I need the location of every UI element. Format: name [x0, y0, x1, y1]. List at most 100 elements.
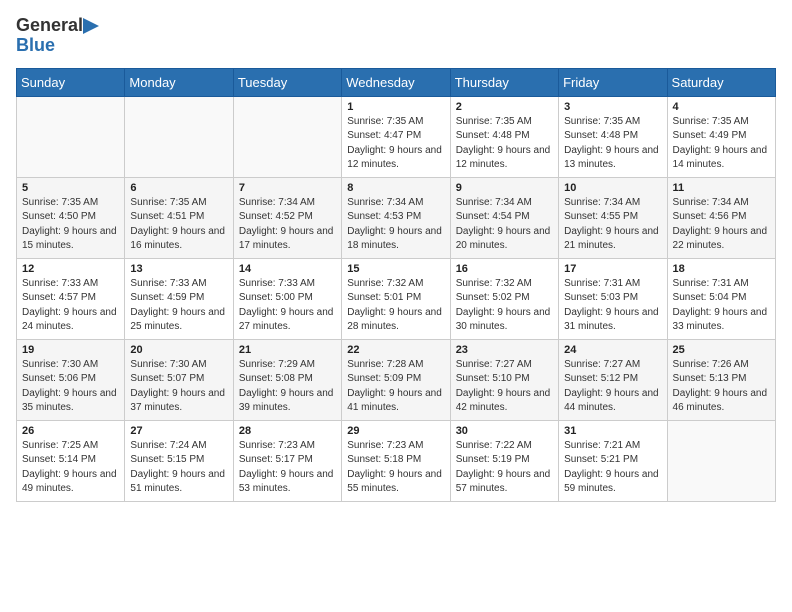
calendar-cell: 29 Sunrise: 7:23 AMSunset: 5:18 PMDayligh…	[342, 420, 450, 501]
day-number: 26	[22, 425, 119, 437]
day-number: 5	[22, 182, 119, 194]
calendar-cell: 2 Sunrise: 7:35 AMSunset: 4:48 PMDaylight…	[450, 96, 558, 177]
calendar-cell: 19Sunrise: 7:30 AMSunset: 5:06 PMDayligh…	[17, 339, 125, 420]
calendar-cell: 27 Sunrise: 7:24 AMSunset: 5:15 PMDayligh…	[125, 420, 233, 501]
logo-container: GeneralBlue	[16, 16, 99, 56]
day-number: 16	[456, 263, 553, 275]
day-number: 17	[564, 263, 661, 275]
day-number: 13	[130, 263, 227, 275]
page-header: GeneralBlue	[16, 16, 776, 56]
calendar-cell	[17, 96, 125, 177]
calendar-cell: 25 Sunrise: 7:26 AMSunset: 5:13 PMDayligh…	[667, 339, 775, 420]
day-number: 29	[347, 425, 444, 437]
weekday-header-sunday: Sunday	[17, 68, 125, 96]
day-info: Sunrise: 7:35 AMSunset: 4:50 PMDaylight:…	[22, 196, 119, 254]
day-info: Sunrise: 7:34 AMSunset: 4:52 PMDaylight:…	[239, 196, 336, 254]
day-info: Sunrise: 7:34 AMSunset: 4:53 PMDaylight:…	[347, 196, 444, 254]
day-info: Sunrise: 7:29 AMSunset: 5:08 PMDaylight:…	[239, 358, 336, 416]
day-info: Sunrise: 7:25 AMSunset: 5:14 PMDaylight:…	[22, 439, 119, 497]
day-info: Sunrise: 7:33 AMSunset: 4:57 PMDaylight:…	[22, 277, 119, 335]
weekday-header-thursday: Thursday	[450, 68, 558, 96]
day-info: Sunrise: 7:35 AMSunset: 4:48 PMDaylight:…	[456, 115, 553, 173]
calendar-table: SundayMondayTuesdayWednesdayThursdayFrid…	[16, 68, 776, 502]
day-number: 6	[130, 182, 227, 194]
day-info: Sunrise: 7:27 AMSunset: 5:10 PMDaylight:…	[456, 358, 553, 416]
calendar-cell: 7 Sunrise: 7:34 AMSunset: 4:52 PMDaylight…	[233, 177, 341, 258]
day-info: Sunrise: 7:33 AMSunset: 4:59 PMDaylight:…	[130, 277, 227, 335]
day-number: 21	[239, 344, 336, 356]
weekday-header-friday: Friday	[559, 68, 667, 96]
day-number: 10	[564, 182, 661, 194]
day-info: Sunrise: 7:23 AMSunset: 5:18 PMDaylight:…	[347, 439, 444, 497]
day-info: Sunrise: 7:26 AMSunset: 5:13 PMDaylight:…	[673, 358, 770, 416]
day-info: Sunrise: 7:32 AMSunset: 5:02 PMDaylight:…	[456, 277, 553, 335]
day-number: 12	[22, 263, 119, 275]
day-number: 31	[564, 425, 661, 437]
day-info: Sunrise: 7:33 AMSunset: 5:00 PMDaylight:…	[239, 277, 336, 335]
day-number: 25	[673, 344, 770, 356]
weekday-header-row: SundayMondayTuesdayWednesdayThursdayFrid…	[17, 68, 776, 96]
calendar-cell	[233, 96, 341, 177]
calendar-cell	[667, 420, 775, 501]
calendar-cell: 3 Sunrise: 7:35 AMSunset: 4:48 PMDaylight…	[559, 96, 667, 177]
calendar-cell: 15 Sunrise: 7:32 AMSunset: 5:01 PMDayligh…	[342, 258, 450, 339]
calendar-cell: 26 Sunrise: 7:25 AMSunset: 5:14 PMDayligh…	[17, 420, 125, 501]
day-info: Sunrise: 7:32 AMSunset: 5:01 PMDaylight:…	[347, 277, 444, 335]
day-info: Sunrise: 7:35 AMSunset: 4:49 PMDaylight:…	[673, 115, 770, 173]
day-number: 20	[130, 344, 227, 356]
calendar-cell: 9 Sunrise: 7:34 AMSunset: 4:54 PMDaylight…	[450, 177, 558, 258]
day-number: 28	[239, 425, 336, 437]
calendar-cell: 4 Sunrise: 7:35 AMSunset: 4:49 PMDaylight…	[667, 96, 775, 177]
day-info: Sunrise: 7:31 AMSunset: 5:04 PMDaylight:…	[673, 277, 770, 335]
day-number: 30	[456, 425, 553, 437]
day-number: 9	[456, 182, 553, 194]
day-info: Sunrise: 7:21 AMSunset: 5:21 PMDaylight:…	[564, 439, 661, 497]
calendar-cell: 1 Sunrise: 7:35 AMSunset: 4:47 PMDaylight…	[342, 96, 450, 177]
calendar-cell: 16 Sunrise: 7:32 AMSunset: 5:02 PMDayligh…	[450, 258, 558, 339]
weekday-header-tuesday: Tuesday	[233, 68, 341, 96]
day-info: Sunrise: 7:34 AMSunset: 4:56 PMDaylight:…	[673, 196, 770, 254]
day-number: 27	[130, 425, 227, 437]
day-info: Sunrise: 7:31 AMSunset: 5:03 PMDaylight:…	[564, 277, 661, 335]
weekday-header-monday: Monday	[125, 68, 233, 96]
calendar-cell: 22Sunrise: 7:28 AMSunset: 5:09 PMDayligh…	[342, 339, 450, 420]
day-number: 15	[347, 263, 444, 275]
day-number: 4	[673, 101, 770, 113]
day-info: Sunrise: 7:23 AMSunset: 5:17 PMDaylight:…	[239, 439, 336, 497]
calendar-cell: 31 Sunrise: 7:21 AMSunset: 5:21 PMDayligh…	[559, 420, 667, 501]
calendar-cell: 10 Sunrise: 7:34 AMSunset: 4:55 PMDayligh…	[559, 177, 667, 258]
calendar-cell: 12 Sunrise: 7:33 AMSunset: 4:57 PMDayligh…	[17, 258, 125, 339]
day-info: Sunrise: 7:30 AMSunset: 5:07 PMDaylight:…	[130, 358, 227, 416]
day-info: Sunrise: 7:22 AMSunset: 5:19 PMDaylight:…	[456, 439, 553, 497]
day-number: 14	[239, 263, 336, 275]
day-number: 1	[347, 101, 444, 113]
calendar-cell	[125, 96, 233, 177]
day-number: 18	[673, 263, 770, 275]
calendar-cell: 6Sunrise: 7:35 AMSunset: 4:51 PMDaylight…	[125, 177, 233, 258]
calendar-cell: 20 Sunrise: 7:30 AMSunset: 5:07 PMDayligh…	[125, 339, 233, 420]
calendar-cell: 8 Sunrise: 7:34 AMSunset: 4:53 PMDaylight…	[342, 177, 450, 258]
calendar-cell: 18 Sunrise: 7:31 AMSunset: 5:04 PMDayligh…	[667, 258, 775, 339]
day-info: Sunrise: 7:24 AMSunset: 5:15 PMDaylight:…	[130, 439, 227, 497]
day-number: 11	[673, 182, 770, 194]
weekday-header-saturday: Saturday	[667, 68, 775, 96]
calendar-week-row: 5 Sunrise: 7:35 AMSunset: 4:50 PMDaylight…	[17, 177, 776, 258]
calendar-week-row: 19Sunrise: 7:30 AMSunset: 5:06 PMDayligh…	[17, 339, 776, 420]
day-info: Sunrise: 7:35 AMSunset: 4:47 PMDaylight:…	[347, 115, 444, 173]
day-number: 22	[347, 344, 444, 356]
day-number: 7	[239, 182, 336, 194]
calendar-cell: 23Sunrise: 7:27 AMSunset: 5:10 PMDayligh…	[450, 339, 558, 420]
calendar-week-row: 12 Sunrise: 7:33 AMSunset: 4:57 PMDayligh…	[17, 258, 776, 339]
day-number: 2	[456, 101, 553, 113]
day-info: Sunrise: 7:34 AMSunset: 4:54 PMDaylight:…	[456, 196, 553, 254]
weekday-header-wednesday: Wednesday	[342, 68, 450, 96]
day-number: 8	[347, 182, 444, 194]
calendar-cell: 24Sunrise: 7:27 AMSunset: 5:12 PMDayligh…	[559, 339, 667, 420]
calendar-cell: 11 Sunrise: 7:34 AMSunset: 4:56 PMDayligh…	[667, 177, 775, 258]
day-number: 24	[564, 344, 661, 356]
logo: GeneralBlue	[16, 16, 99, 56]
day-info: Sunrise: 7:34 AMSunset: 4:55 PMDaylight:…	[564, 196, 661, 254]
calendar-cell: 17 Sunrise: 7:31 AMSunset: 5:03 PMDayligh…	[559, 258, 667, 339]
day-info: Sunrise: 7:35 AMSunset: 4:48 PMDaylight:…	[564, 115, 661, 173]
day-number: 3	[564, 101, 661, 113]
